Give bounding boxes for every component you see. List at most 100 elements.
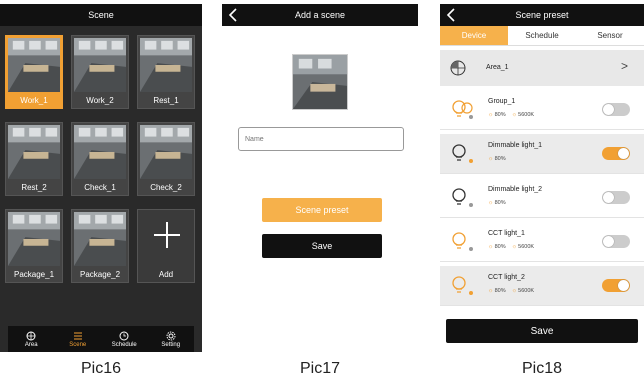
- bulb-icon: [452, 144, 473, 163]
- area-label: Area_1: [486, 64, 509, 71]
- back-button[interactable]: [446, 4, 460, 26]
- caption-pic17: Pic17: [299, 360, 341, 377]
- room-photo-icon: [74, 38, 126, 92]
- brightness-value: 80%: [494, 288, 506, 294]
- toggle-knob: [618, 148, 629, 159]
- bulb-icon: [452, 232, 473, 251]
- scene-tile-label: Package_2: [79, 270, 121, 279]
- device-name: Group_1: [488, 98, 516, 105]
- device-toggle[interactable]: [602, 103, 630, 116]
- room-photo-icon: [140, 125, 192, 179]
- cct-readout: ☼ 5600K: [512, 112, 534, 118]
- brightness-icon: ☼: [488, 244, 494, 250]
- tab-setting-label: Setting: [161, 341, 181, 348]
- tab-schedule-label: Schedule: [111, 341, 137, 348]
- scene-tile[interactable]: Rest_1: [137, 35, 195, 109]
- device-name: CCT light_2: [488, 274, 525, 281]
- scene-tile-label: Work_2: [86, 96, 114, 105]
- tab-schedule[interactable]: Schedule: [508, 26, 576, 45]
- caption-pic16: Pic16: [80, 360, 122, 377]
- device-name: Dimmable light_1: [488, 142, 543, 149]
- area-icon: [450, 60, 466, 76]
- cct-icon: ☼: [511, 112, 517, 118]
- scene-tile-label: Rest_2: [21, 183, 47, 192]
- device-row[interactable]: Dimmable light_1 ☼ 80%: [440, 134, 644, 174]
- scene-screen: Scene Work_1 Work_2 Rest_1 Rest_2 Check_1 Che…: [0, 4, 202, 352]
- room-photo-icon: [8, 212, 60, 266]
- brightness-readout: ☼ 80%: [488, 244, 506, 250]
- scene-preset-button[interactable]: Scene preset: [262, 198, 382, 222]
- add-scene-screen: Add a scene Scene preset Save: [222, 4, 418, 352]
- plus-icon: [154, 222, 180, 248]
- save-button[interactable]: Save: [262, 234, 382, 258]
- back-arrow-icon: [228, 8, 237, 22]
- device-toggle[interactable]: [602, 147, 630, 160]
- cct-icon: ☼: [511, 244, 517, 250]
- area-row[interactable]: Area_1 >: [440, 50, 644, 86]
- scene-tile-label: Check_1: [84, 183, 116, 192]
- toggle-knob: [603, 192, 614, 203]
- device-toggle[interactable]: [602, 191, 630, 204]
- device-row[interactable]: CCT light_1 ☼ 80% ☼ 5600K: [440, 222, 644, 262]
- tab-area[interactable]: Area: [11, 331, 51, 348]
- brightness-readout: ☼ 80%: [488, 200, 506, 206]
- caption-pic18: Pic18: [521, 360, 563, 377]
- scene-tile[interactable]: Work_2: [71, 35, 129, 109]
- cct-readout: ☼ 5600K: [512, 288, 534, 294]
- brightness-icon: ☼: [488, 288, 494, 294]
- back-button[interactable]: [228, 4, 242, 26]
- cct-icon: ☼: [511, 288, 517, 294]
- brightness-readout: ☼ 80%: [488, 156, 506, 162]
- device-meta: ☼ 80%: [488, 200, 506, 206]
- save-button[interactable]: Save: [446, 319, 638, 343]
- cct-value: 5600K: [518, 288, 535, 294]
- scene-image-picker[interactable]: [292, 54, 348, 110]
- bulb-icon: [452, 188, 473, 207]
- toggle-knob: [618, 280, 629, 291]
- add-scene-title-bar: Add a scene: [222, 4, 418, 26]
- scene-tile[interactable]: Check_1: [71, 122, 129, 196]
- scene-preset-screen: Scene preset Device Schedule Sensor Area…: [440, 4, 644, 352]
- add-scene-title: Add a scene: [294, 10, 346, 20]
- device-row[interactable]: Dimmable light_2 ☼ 80%: [440, 178, 644, 218]
- device-meta: ☼ 80% ☼ 5600K: [488, 112, 534, 118]
- device-meta: ☼ 80% ☼ 5600K: [488, 288, 534, 294]
- tab-scene[interactable]: Scene: [58, 331, 98, 348]
- scene-tile-label: Work_1: [6, 96, 62, 105]
- device-row[interactable]: CCT light_2 ☼ 80% ☼ 5600K: [440, 266, 644, 306]
- device-row[interactable]: Group_1 ☼ 80% ☼ 5600K: [440, 90, 644, 130]
- device-meta: ☼ 80%: [488, 156, 506, 162]
- area-icon: [26, 331, 36, 340]
- device-meta: ☼ 80% ☼ 5600K: [488, 244, 534, 250]
- tab-sensor[interactable]: Sensor: [576, 26, 644, 45]
- segment-control: Device Schedule Sensor: [440, 26, 644, 46]
- add-scene-tile[interactable]: Add: [137, 209, 195, 283]
- tab-area-label: Area: [24, 341, 38, 348]
- scene-tile[interactable]: Check_2: [137, 122, 195, 196]
- device-toggle[interactable]: [602, 235, 630, 248]
- scene-tile[interactable]: Rest_2: [5, 122, 63, 196]
- room-photo-icon: [8, 38, 60, 92]
- device-toggle[interactable]: [602, 279, 630, 292]
- tab-setting[interactable]: Setting: [151, 331, 191, 348]
- toggle-knob: [603, 236, 614, 247]
- room-photo-icon: [140, 38, 192, 92]
- tab-schedule[interactable]: Schedule: [104, 331, 144, 348]
- scene-preset-title: Scene preset: [515, 10, 569, 20]
- brightness-readout: ☼ 80%: [488, 112, 506, 118]
- brightness-icon: ☼: [488, 156, 494, 162]
- brightness-icon: ☼: [488, 200, 494, 206]
- scene-tile[interactable]: Package_2: [71, 209, 129, 283]
- scene-tile-label: Check_2: [150, 183, 182, 192]
- scene-name-input[interactable]: [238, 127, 404, 151]
- brightness-value: 80%: [494, 112, 506, 118]
- scene-tile[interactable]: Package_1: [5, 209, 63, 283]
- room-photo-icon: [8, 125, 60, 179]
- brightness-icon: ☼: [488, 112, 494, 118]
- tab-device[interactable]: Device: [440, 26, 508, 45]
- cct-value: 5600K: [518, 112, 535, 118]
- brightness-value: 80%: [494, 156, 506, 162]
- scene-title: Scene: [88, 10, 114, 20]
- scene-tile-label: Rest_1: [153, 96, 179, 105]
- scene-tile[interactable]: Work_1: [5, 35, 63, 109]
